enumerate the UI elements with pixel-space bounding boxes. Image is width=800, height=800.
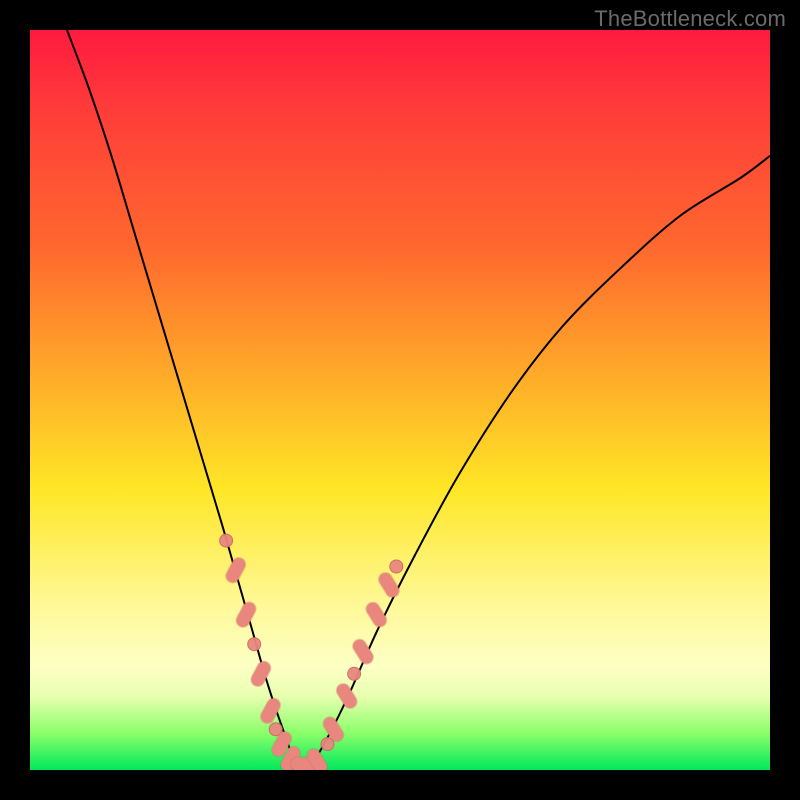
- highlighted-markers: [220, 534, 403, 767]
- marker-dot: [390, 560, 403, 573]
- marker-lozenge: [233, 564, 239, 575]
- valley-curve: [67, 30, 770, 766]
- marker-lozenge: [360, 646, 367, 657]
- marker-lozenge: [330, 724, 337, 735]
- marker-dot: [248, 638, 261, 651]
- curve-path: [67, 30, 770, 766]
- marker-lozenge: [267, 705, 273, 716]
- plot-area: [30, 30, 770, 770]
- marker-lozenge: [373, 609, 380, 620]
- marker-dot: [348, 667, 361, 680]
- marker-lozenge: [314, 756, 321, 767]
- outer-frame: TheBottleneck.com: [0, 0, 800, 800]
- watermark-text: TheBottleneck.com: [594, 6, 786, 32]
- marker-lozenge: [385, 579, 392, 590]
- marker-lozenge: [279, 738, 285, 749]
- chart-svg: [30, 30, 770, 770]
- marker-dot: [220, 534, 233, 547]
- marker-lozenge: [258, 668, 264, 679]
- marker-lozenge: [243, 609, 249, 620]
- marker-lozenge: [343, 690, 350, 701]
